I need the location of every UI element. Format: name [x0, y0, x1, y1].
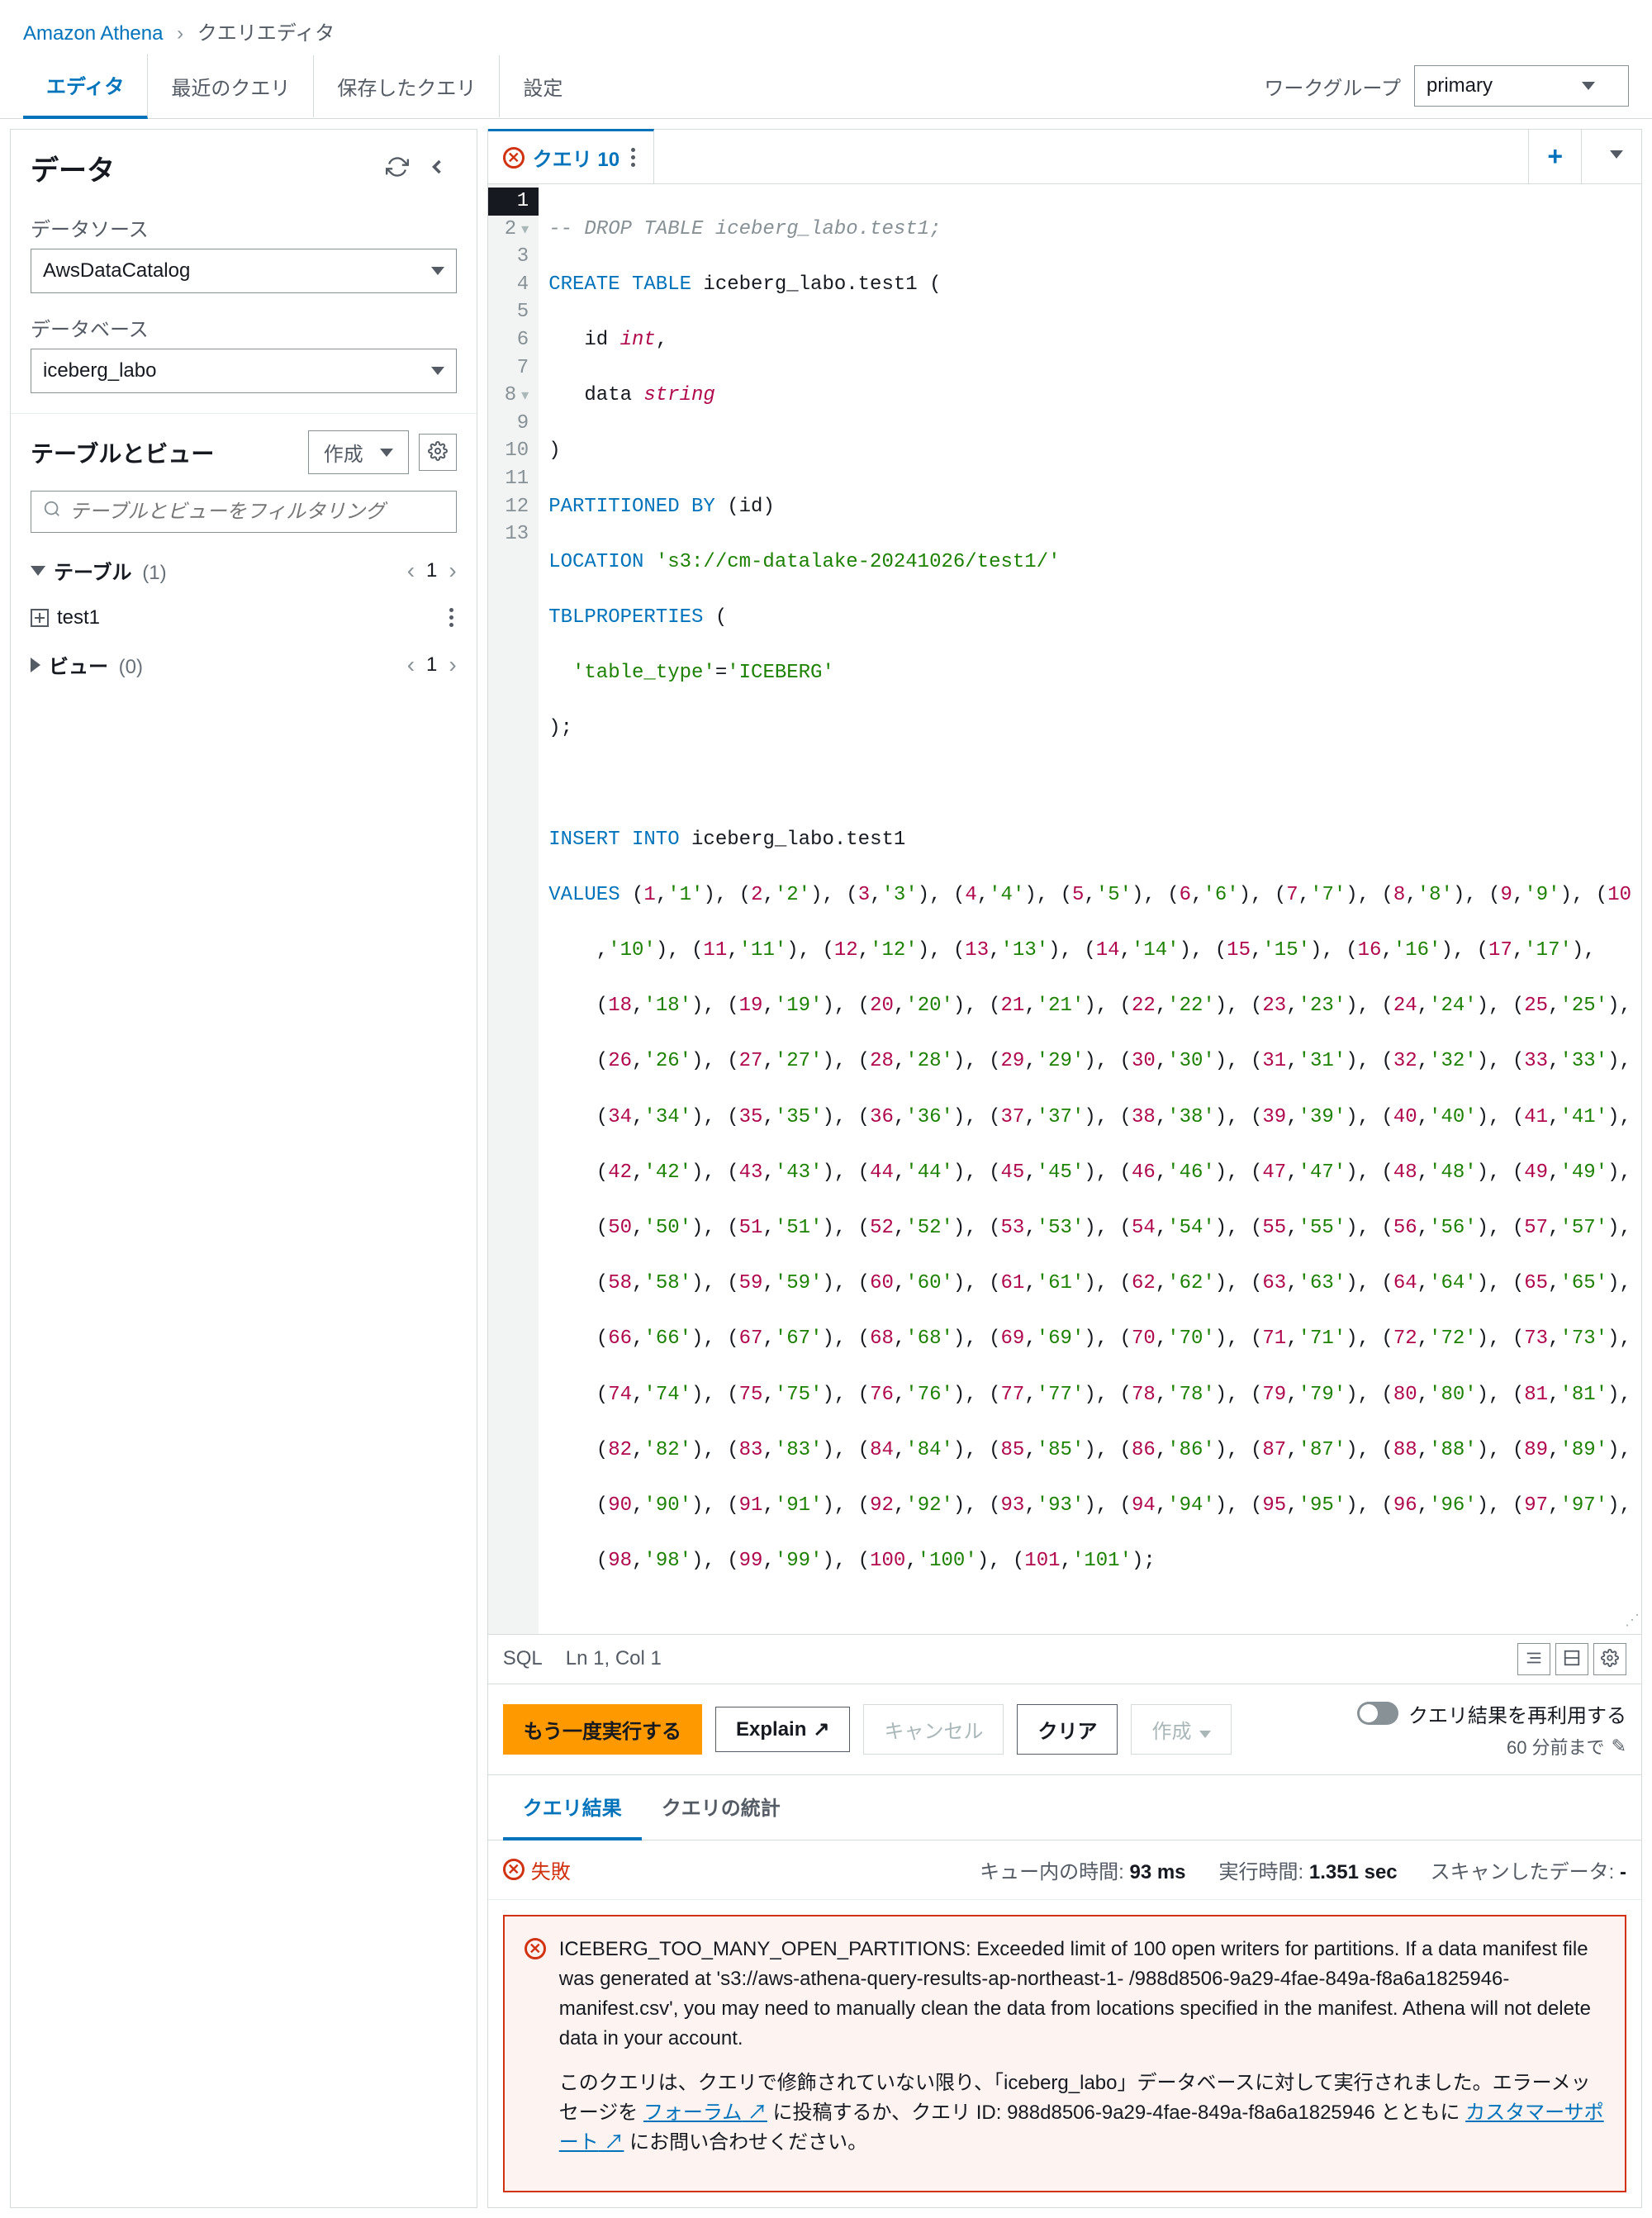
- tab-query-stats[interactable]: クエリの統計: [642, 1775, 800, 1840]
- table-filter-input[interactable]: [69, 501, 444, 524]
- workgroup-label: ワークグループ: [1264, 72, 1401, 101]
- views-count: (0): [119, 656, 143, 678]
- forum-link[interactable]: フォーラム ↗: [643, 2102, 767, 2124]
- error-message-secondary: このクエリは、クエリで修飾されていない限り、「iceberg_labo」データベ…: [559, 2068, 1605, 2158]
- views-tree-header[interactable]: ビュー (0) ‹ 1 ›: [11, 640, 477, 689]
- caret-down-icon: [431, 267, 444, 275]
- table-name: test1: [57, 606, 438, 629]
- tab-saved-queries[interactable]: 保存したクエリ: [314, 55, 500, 117]
- new-query-tab-button[interactable]: +: [1528, 130, 1581, 183]
- error-message-box: ✕ ICEBERG_TOO_MANY_OPEN_PARTITIONS: Exce…: [503, 1915, 1626, 2192]
- query-tabs-menu-button[interactable]: [1581, 130, 1641, 183]
- reuse-results-subtext: 60 分前まで: [1507, 1733, 1605, 1760]
- exec-time-label: 実行時間:: [1219, 1861, 1304, 1883]
- database-value: iceberg_labo: [43, 359, 156, 382]
- editor-cursor-position: Ln 1, Col 1: [566, 1647, 662, 1670]
- error-icon: ✕: [525, 1938, 546, 1959]
- query-tab-title: クエリ 10: [533, 143, 620, 172]
- breadcrumb-service-link[interactable]: Amazon Athena: [23, 22, 163, 45]
- layout-button[interactable]: [1555, 1643, 1588, 1675]
- database-label: データベース: [31, 313, 457, 342]
- breadcrumb-page: クエリエディタ: [197, 22, 335, 45]
- query-action-bar: もう一度実行する Explain↗ キャンセル クリア 作成 クエリ結果を再利用…: [487, 1684, 1642, 1775]
- expand-icon: [31, 566, 45, 576]
- fail-label: 失敗: [531, 1855, 571, 1884]
- edit-reuse-icon[interactable]: ✎: [1612, 1736, 1626, 1757]
- datasource-value: AwsDataCatalog: [43, 259, 190, 283]
- pager-next[interactable]: ›: [449, 559, 456, 582]
- pager-prev[interactable]: ‹: [407, 653, 415, 677]
- editor-resize-handle[interactable]: ⋰: [1625, 1612, 1640, 1632]
- tables-views-title: テーブルとビュー: [31, 436, 298, 469]
- result-status-bar: ✕ 失敗 キュー内の時間: 93 ms 実行時間: 1.351 sec スキャンし…: [488, 1840, 1641, 1900]
- table-row[interactable]: test1: [11, 595, 477, 640]
- expand-icon: [31, 658, 40, 672]
- query-tab-bar: ✕ クエリ 10 +: [487, 129, 1642, 183]
- refresh-button[interactable]: [377, 150, 417, 186]
- editor-language: SQL: [503, 1647, 543, 1670]
- caret-down-icon: [431, 367, 444, 375]
- table-settings-button[interactable]: [419, 434, 457, 471]
- workgroup-select[interactable]: primary: [1414, 65, 1629, 107]
- sidebar-title: データ: [31, 148, 377, 188]
- fail-icon: ✕: [503, 1859, 525, 1880]
- run-again-button[interactable]: もう一度実行する: [503, 1704, 702, 1755]
- reuse-results-label: クエリ結果を再利用する: [1408, 1699, 1626, 1728]
- scanned-label: スキャンしたデータ:: [1431, 1861, 1615, 1883]
- workgroup-value: primary: [1427, 74, 1493, 97]
- tables-count: (1): [142, 562, 166, 584]
- tables-pager: ‹ 1 ›: [407, 559, 457, 582]
- table-filter-input-wrapper[interactable]: [31, 491, 457, 533]
- tab-query-results[interactable]: クエリ結果: [503, 1775, 642, 1840]
- pager-prev[interactable]: ‹: [407, 559, 415, 582]
- table-menu-button[interactable]: [446, 605, 457, 630]
- collapse-sidebar-button[interactable]: [417, 150, 457, 186]
- query-tab-menu[interactable]: [628, 145, 638, 170]
- pager-number: 1: [426, 653, 437, 677]
- pager-number: 1: [426, 559, 437, 582]
- sql-editor[interactable]: 1 2▾345678▾910111213 -- DROP TABLE icebe…: [487, 183, 1642, 1635]
- queue-time-label: キュー内の時間:: [980, 1861, 1124, 1883]
- editor-status-bar: SQL Ln 1, Col 1: [487, 1635, 1642, 1684]
- views-pager: ‹ 1 ›: [407, 653, 457, 677]
- search-icon: [43, 500, 61, 524]
- tab-recent-queries[interactable]: 最近のクエリ: [148, 55, 314, 117]
- breadcrumb-separator: ›: [177, 22, 183, 45]
- tab-settings[interactable]: 設定: [500, 55, 586, 117]
- error-message-primary: ICEBERG_TOO_MANY_OPEN_PARTITIONS: Exceed…: [559, 1935, 1605, 2054]
- editor-gutter: 1 2▾345678▾910111213: [488, 184, 539, 1634]
- create-label: 作成: [324, 438, 363, 467]
- editor-code[interactable]: -- DROP TABLE iceberg_labo.test1; CREATE…: [539, 184, 1641, 1634]
- explain-button[interactable]: Explain↗: [715, 1707, 850, 1752]
- datasource-select[interactable]: AwsDataCatalog: [31, 249, 457, 293]
- breadcrumb: Amazon Athena › クエリエディタ: [0, 0, 1652, 54]
- cancel-button: キャンセル: [863, 1704, 1004, 1755]
- clear-button[interactable]: クリア: [1017, 1704, 1118, 1755]
- tables-tree-header[interactable]: テーブル (1) ‹ 1 ›: [11, 546, 477, 595]
- create-dropdown-button[interactable]: 作成: [308, 430, 409, 474]
- datasource-label: データソース: [31, 213, 457, 242]
- reuse-results-toggle[interactable]: [1357, 1702, 1398, 1725]
- query-tab[interactable]: ✕ クエリ 10: [488, 129, 654, 183]
- views-label: ビュー: [49, 656, 108, 678]
- external-link-icon: ↗: [813, 1717, 829, 1741]
- editor-settings-button[interactable]: [1593, 1643, 1626, 1675]
- pager-next[interactable]: ›: [449, 653, 456, 677]
- caret-down-icon: [1582, 82, 1595, 90]
- expand-table-icon[interactable]: [31, 609, 49, 627]
- queue-time-value: 93 ms: [1129, 1861, 1185, 1883]
- caret-down-icon: [380, 449, 393, 457]
- data-sidebar: データ データソース AwsDataCatalog データベース iceberg…: [10, 129, 477, 2208]
- create-from-query-button: 作成: [1131, 1704, 1232, 1755]
- tables-label: テーブル: [54, 562, 132, 584]
- format-query-button[interactable]: [1517, 1643, 1550, 1675]
- main-panel: ✕ クエリ 10 + 1 2▾345678▾910111213 -- DROP …: [487, 129, 1642, 2208]
- top-tab-bar: エディタ 最近のクエリ 保存したクエリ 設定 ワークグループ primary: [0, 54, 1652, 119]
- tab-editor[interactable]: エディタ: [23, 54, 148, 119]
- exec-time-value: 1.351 sec: [1309, 1861, 1398, 1883]
- scanned-value: -: [1620, 1861, 1626, 1883]
- results-tab-bar: クエリ結果 クエリの統計: [487, 1775, 1642, 1840]
- query-status-error-icon: ✕: [503, 147, 525, 169]
- database-select[interactable]: iceberg_labo: [31, 349, 457, 393]
